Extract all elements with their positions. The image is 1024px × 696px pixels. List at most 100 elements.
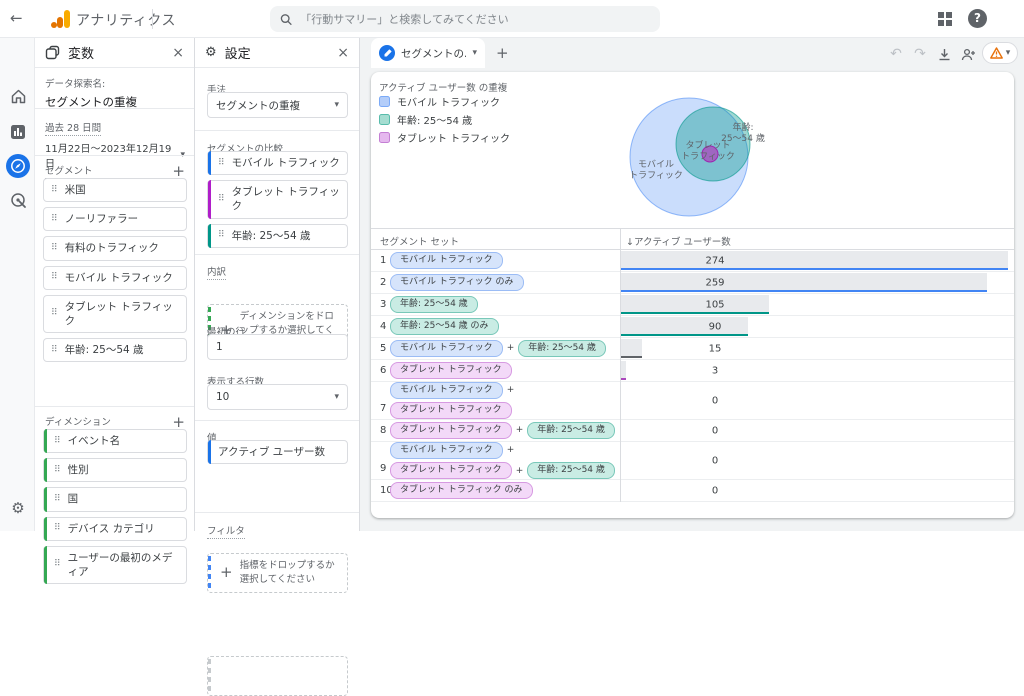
pill-line: タブレット トラフィック のみ: [390, 482, 620, 499]
column-header-segment-set[interactable]: セグメント セット: [380, 234, 459, 248]
plus-separator: +: [507, 445, 515, 455]
drag-handle-icon[interactable]: ⠿: [51, 215, 58, 224]
back-arrow-icon[interactable]: ←: [10, 9, 23, 27]
chevron-down-icon: ▾: [1006, 48, 1011, 58]
dimension-chip[interactable]: ⠿国: [43, 487, 187, 511]
download-icon[interactable]: [935, 45, 953, 63]
filters-dropzone[interactable]: [207, 656, 348, 696]
help-icon[interactable]: ?: [968, 9, 987, 28]
segment-chip-label: モバイル トラフィック: [65, 271, 179, 285]
segment-pill: 年齢: 25〜54 歳: [527, 422, 615, 439]
active-users-value: 0: [680, 455, 750, 466]
comparison-segment-chip[interactable]: ⠿タブレット トラフィック: [207, 180, 348, 218]
segment-set-cell: モバイル トラフィック: [390, 250, 620, 271]
grid-square: [946, 20, 952, 26]
row-number: 2: [371, 272, 390, 293]
segment-pill: タブレット トラフィック: [390, 422, 512, 439]
active-users-value: 15: [680, 343, 750, 354]
table-row[interactable]: 1モバイル トラフィック274: [371, 250, 1014, 272]
admin-gear-icon[interactable]: ⚙: [8, 498, 28, 518]
segment-chip[interactable]: ⠿タブレット トラフィック: [43, 295, 187, 333]
dimension-chip-label: 国: [68, 492, 179, 506]
start-row-input[interactable]: [207, 334, 348, 360]
drag-handle-icon[interactable]: ⠿: [218, 231, 225, 240]
drag-handle-icon[interactable]: ⠿: [54, 524, 61, 533]
technique-select[interactable]: セグメントの重複 ▾: [207, 92, 348, 118]
legend-title: アクティブ ユーザー数 の重複: [379, 80, 507, 94]
dimensions-section-label: ディメンション: [45, 414, 111, 430]
table-row[interactable]: 4年齢: 25〜54 歳 のみ90: [371, 316, 1014, 338]
add-tab-button[interactable]: +: [496, 44, 509, 62]
dimension-chip[interactable]: ⠿ユーザーの最初のメディア: [43, 546, 187, 584]
search-box[interactable]: [270, 6, 660, 32]
segment-pill: 年齢: 25〜54 歳: [527, 462, 615, 479]
dimension-chip[interactable]: ⠿イベント名: [43, 429, 187, 453]
nav-rail: ⚙: [0, 38, 35, 531]
values-dropzone[interactable]: + 指標をドロップするか選択してください: [207, 553, 348, 593]
table-row[interactable]: 10タブレット トラフィック のみ0: [371, 480, 1014, 502]
segment-chip-label: 有料のトラフィック: [65, 241, 179, 255]
nav-home-icon[interactable]: [8, 86, 28, 106]
close-icon[interactable]: ×: [337, 45, 349, 61]
comparison-segment-chip[interactable]: ⠿モバイル トラフィック: [207, 151, 348, 175]
table-row[interactable]: 9モバイル トラフィック+タブレット トラフィック+年齢: 25〜54 歳0: [371, 442, 1014, 480]
segment-color-bar: [208, 151, 211, 175]
close-icon[interactable]: ×: [172, 45, 184, 61]
drag-handle-icon[interactable]: ⠿: [54, 560, 61, 569]
breakdown-label: 内訳: [207, 264, 226, 280]
row-count-select[interactable]: 10 ▾: [207, 384, 348, 410]
drag-handle-icon[interactable]: ⠿: [51, 273, 58, 282]
search-input[interactable]: [300, 13, 650, 26]
segment-chip[interactable]: ⠿ノーリファラー: [43, 207, 187, 231]
segment-pill: モバイル トラフィック のみ: [390, 274, 524, 291]
segment-chip[interactable]: ⠿ モバイル トラフィック: [43, 266, 187, 290]
sort-descending-icon: ↓: [626, 237, 634, 248]
apps-grid-icon[interactable]: [938, 12, 952, 26]
drag-handle-icon[interactable]: ⠿: [51, 309, 58, 318]
analytics-logo-icon[interactable]: [50, 8, 72, 30]
error-status-button[interactable]: ▾: [982, 42, 1018, 64]
drag-handle-icon[interactable]: ⠿: [54, 495, 61, 504]
segment-set-cell: モバイル トラフィック+タブレット トラフィック: [390, 382, 620, 419]
dimension-chip[interactable]: ⠿デバイス カテゴリ: [43, 517, 187, 541]
undo-icon[interactable]: ↶: [887, 45, 905, 63]
drag-handle-icon[interactable]: ⠿: [51, 186, 58, 195]
legend-swatch: [379, 132, 390, 143]
segment-chip[interactable]: ⠿ 有料のトラフィック: [43, 236, 187, 260]
drag-handle-icon[interactable]: ⠿: [54, 466, 61, 475]
drag-handle-icon[interactable]: ⠿: [51, 244, 58, 253]
drag-handle-icon[interactable]: ⠿: [51, 346, 58, 355]
pill-line: タブレット トラフィック: [390, 362, 620, 379]
column-header-active-users[interactable]: ↓アクティブ ユーザー数: [626, 234, 731, 248]
metric-chip[interactable]: アクティブ ユーザー数: [207, 440, 348, 464]
segment-chip[interactable]: ⠿米国: [43, 178, 187, 202]
table-row[interactable]: 7モバイル トラフィック+タブレット トラフィック0: [371, 382, 1014, 420]
exploration-name-label: データ探索名:: [45, 76, 137, 90]
segment-chip[interactable]: ⠿年齢: 25〜54 歳: [43, 338, 187, 362]
table-body: 1モバイル トラフィック2742モバイル トラフィック のみ2593年齢: 25…: [371, 250, 1014, 502]
nav-advertising-icon[interactable]: [8, 190, 28, 210]
drag-handle-icon[interactable]: ⠿: [218, 159, 225, 168]
table-row[interactable]: 6タブレット トラフィック3: [371, 360, 1014, 382]
active-users-cell: 90: [620, 316, 1014, 337]
row-number: 3: [371, 294, 390, 315]
table-row[interactable]: 3年齢: 25〜54 歳105: [371, 294, 1014, 316]
settings-panel-title: 設定: [225, 43, 330, 62]
comparison-segment-chip[interactable]: ⠿年齢: 25〜54 歳: [207, 224, 348, 248]
search-icon: [280, 13, 292, 26]
table-row[interactable]: 8タブレット トラフィック+年齢: 25〜54 歳0: [371, 420, 1014, 442]
redo-icon[interactable]: ↷: [911, 45, 929, 63]
value-bar: [621, 361, 626, 380]
dimension-chip[interactable]: ⠿性別: [43, 458, 187, 482]
nav-explore-icon[interactable]: [6, 154, 30, 178]
tab-segment-overlap[interactable]: セグメントの... ▾: [371, 38, 485, 68]
nav-reports-icon[interactable]: [8, 122, 28, 142]
share-user-icon[interactable]: [959, 45, 977, 63]
table-row[interactable]: 5モバイル トラフィック+年齢: 25〜54 歳15: [371, 338, 1014, 360]
drag-handle-icon[interactable]: ⠿: [218, 195, 225, 204]
row-count-value: 10: [216, 391, 229, 403]
pill-line: 年齢: 25〜54 歳: [390, 296, 620, 313]
drag-handle-icon[interactable]: ⠿: [54, 437, 61, 446]
active-users-cell: 0: [620, 442, 1014, 479]
table-row[interactable]: 2モバイル トラフィック のみ259: [371, 272, 1014, 294]
